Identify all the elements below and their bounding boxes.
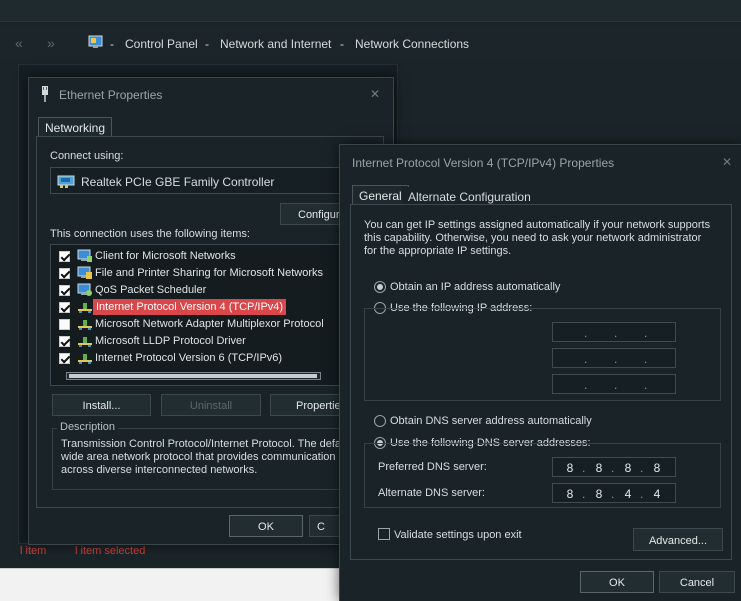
adapter-name: Realtek PCIe GBE Family Controller <box>81 175 275 189</box>
obtain-ip-auto-radio[interactable] <box>374 281 386 293</box>
items-label: This connection uses the following items… <box>50 228 250 240</box>
item-checkbox[interactable] <box>59 302 70 313</box>
ipv4-properties-window: Internet Protocol Version 4 (TCP/IPv4) P… <box>339 144 741 601</box>
item-checkbox[interactable] <box>59 319 70 330</box>
client-icon <box>77 249 93 263</box>
protocol-icon <box>77 317 93 331</box>
alternate-dns-label: Alternate DNS server: <box>378 487 485 499</box>
obtain-dns-auto-label[interactable]: Obtain DNS server address automatically <box>390 415 592 427</box>
protocol-icon <box>77 351 93 365</box>
obtain-ip-auto-label[interactable]: Obtain an IP address automatically <box>390 281 560 293</box>
scrollbar-thumb[interactable] <box>69 374 317 378</box>
description-line: wide area network protocol that provides… <box>61 451 336 463</box>
description-label: Description <box>57 421 119 433</box>
network-adapter-icon <box>57 173 75 189</box>
intro-line: this capability. Otherwise, you need to … <box>364 232 702 244</box>
list-item[interactable]: QoS Packet Scheduler <box>55 282 355 298</box>
default-gateway-field[interactable]: ... <box>552 374 676 394</box>
sharing-icon <box>77 266 93 280</box>
breadcrumb-network-internet[interactable]: Network and Internet <box>220 37 331 51</box>
status-item-count: l item <box>20 545 47 557</box>
item-label: QoS Packet Scheduler <box>95 284 207 296</box>
list-item[interactable]: Internet Protocol Version 4 (TCP/IPv4) <box>55 299 355 315</box>
description-line: across diverse interconnected networks. <box>61 464 258 476</box>
preferred-dns-field[interactable]: 8. 8. 8. 8 <box>552 457 676 477</box>
adapter-field: Realtek PCIe GBE Family Controller <box>50 167 370 194</box>
list-item[interactable]: Microsoft LLDP Protocol Driver <box>55 333 355 349</box>
item-label: Microsoft LLDP Protocol Driver <box>95 335 246 347</box>
intro-line: for the appropriate IP settings. <box>364 245 512 257</box>
uninstall-button[interactable]: Uninstall <box>161 394 261 416</box>
item-checkbox[interactable] <box>59 251 70 262</box>
breadcrumb-network-connections[interactable]: Network Connections <box>355 37 469 51</box>
forward-arrow-icon[interactable]: » <box>47 35 55 51</box>
item-label: Internet Protocol Version 4 (TCP/IPv4) <box>93 299 287 315</box>
explorer-title-strip <box>0 0 741 22</box>
breadcrumb-sep: - <box>340 37 344 51</box>
general-panel: You can get IP settings assigned automat… <box>350 204 732 560</box>
control-panel-icon <box>88 35 103 49</box>
address-bar[interactable]: « » - Control Panel - Network and Intern… <box>0 26 741 60</box>
item-label: File and Printer Sharing for Microsoft N… <box>95 267 324 279</box>
protocol-icon <box>77 334 93 348</box>
intro-line: You can get IP settings assigned automat… <box>364 219 711 231</box>
breadcrumb-control-panel[interactable]: Control Panel <box>125 37 198 51</box>
cancel-button[interactable]: Cancel <box>659 571 735 593</box>
breadcrumb-sep: - <box>110 37 114 51</box>
ok-button[interactable]: OK <box>229 515 303 537</box>
list-item[interactable]: Microsoft Network Adapter Multiplexor Pr… <box>55 316 355 332</box>
ethernet-icon <box>40 86 50 102</box>
item-label: Internet Protocol Version 6 (TCP/IPv6) <box>95 352 283 364</box>
validate-checkbox[interactable] <box>378 528 390 540</box>
list-item[interactable]: Client for Microsoft Networks <box>55 248 355 264</box>
networking-panel: Connect using: Realtek PCIe GBE Family C… <box>36 136 384 508</box>
breadcrumb-sep: - <box>205 37 209 51</box>
item-checkbox[interactable] <box>59 285 70 296</box>
scheduler-icon <box>77 283 93 297</box>
item-label: Client for Microsoft Networks <box>95 250 236 262</box>
window-title: Internet Protocol Version 4 (TCP/IPv4) P… <box>352 156 615 170</box>
item-label: Microsoft Network Adapter Multiplexor Pr… <box>95 318 324 330</box>
alternate-dns-field[interactable]: 8. 8. 4. 4 <box>552 483 676 503</box>
status-selected: l item selected <box>75 545 146 557</box>
item-checkbox[interactable] <box>59 268 70 279</box>
horizontal-scrollbar[interactable] <box>66 372 321 380</box>
window-title: Ethernet Properties <box>59 88 163 102</box>
obtain-dns-auto-radio[interactable] <box>374 415 386 427</box>
connect-using-label: Connect using: <box>50 150 124 162</box>
description-line: Transmission Control Protocol/Internet P… <box>61 438 348 450</box>
close-icon[interactable]: ✕ <box>370 87 380 101</box>
tab-networking[interactable]: Networking <box>38 117 113 137</box>
item-checkbox[interactable] <box>59 353 70 364</box>
preferred-dns-label: Preferred DNS server: <box>378 461 487 473</box>
tab-general[interactable]: General <box>352 185 409 205</box>
list-item[interactable]: Internet Protocol Version 6 (TCP/IPv6) <box>55 350 355 366</box>
item-checkbox[interactable] <box>59 336 70 347</box>
protocol-icon <box>77 300 93 314</box>
install-button[interactable]: Install... <box>52 394 151 416</box>
ok-button[interactable]: OK <box>580 571 654 593</box>
advanced-button[interactable]: Advanced... <box>633 528 723 551</box>
validate-label[interactable]: Validate settings upon exit <box>394 529 522 541</box>
subnet-mask-field[interactable]: ... <box>552 348 676 368</box>
components-list[interactable]: Client for Microsoft Networks File and Pr… <box>50 244 380 386</box>
background-window-strip <box>0 568 340 601</box>
list-item[interactable]: File and Printer Sharing for Microsoft N… <box>55 265 355 281</box>
ip-address-field[interactable]: ... <box>552 322 676 342</box>
close-icon[interactable]: ✕ <box>722 155 732 169</box>
back-arrow-icon[interactable]: « <box>15 35 23 51</box>
